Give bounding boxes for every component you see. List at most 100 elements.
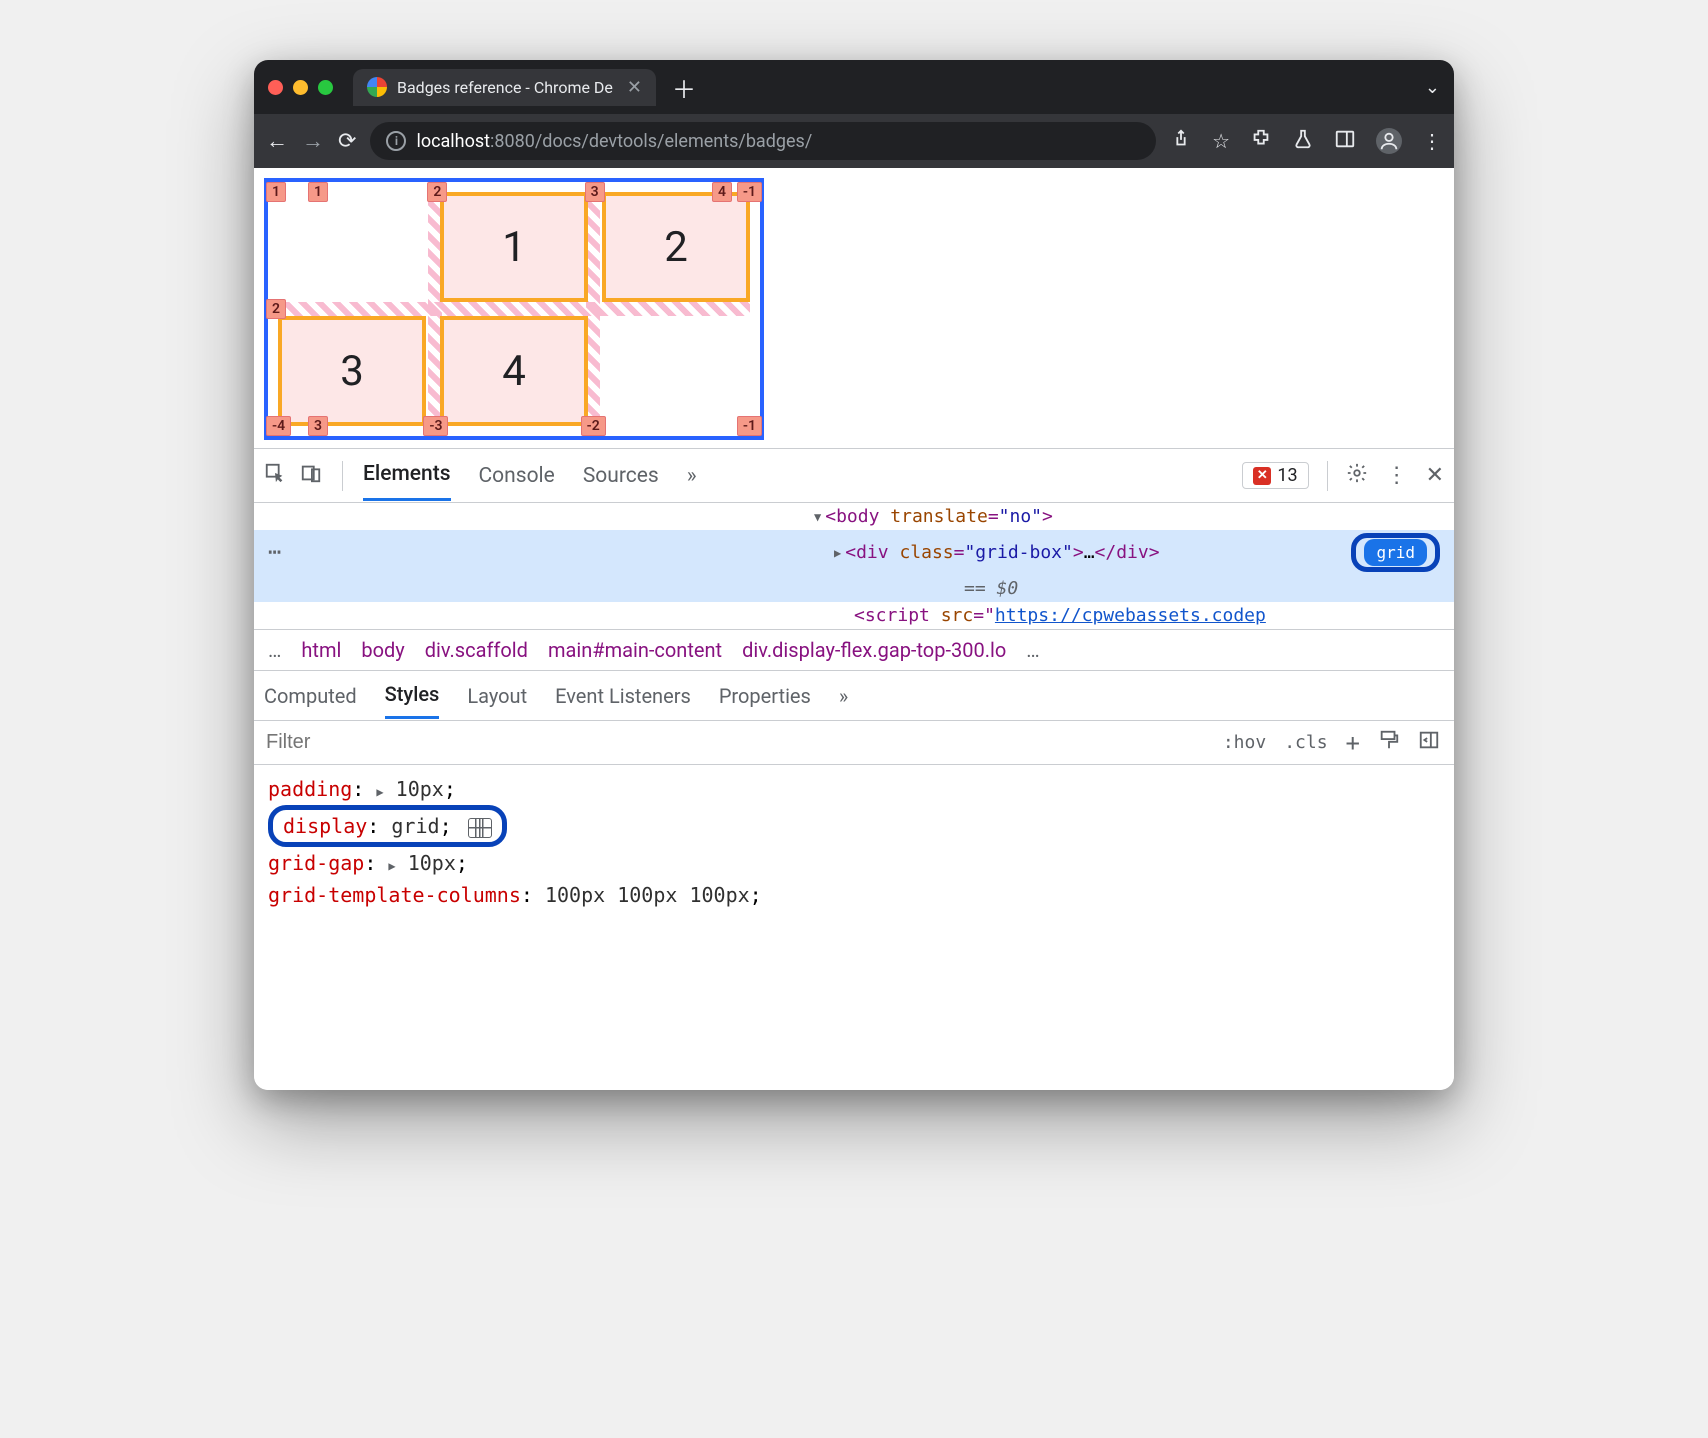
attr-name: src [941,605,974,626]
attr-value: "grid-box" [964,542,1072,563]
page-content: 1 2 3 4 1 1 2 3 4 -1 2 -4 3 -3 -2 [254,168,1454,448]
new-style-rule-icon[interactable]: + [1346,729,1360,757]
paint-icon[interactable] [1378,729,1400,756]
share-icon[interactable] [1170,128,1192,155]
display-grid-annotation: display: grid; [268,805,507,847]
close-window-button[interactable] [268,80,283,95]
maximize-window-button[interactable] [318,80,333,95]
window-controls [268,80,333,95]
devtools-panel: Elements Console Sources » ✕ 13 ⋮ ✕ [254,448,1454,1090]
styles-filter-input[interactable] [254,731,1209,754]
styles-panel-tabs: Computed Styles Layout Event Listeners P… [254,671,1454,721]
css-value: grid [391,814,439,838]
browser-window: Badges reference - Chrome De ✕ ＋ ⌄ ← → ⟳… [254,60,1454,1090]
grid-inspector-overlay: 1 2 3 4 1 1 2 3 4 -1 2 -4 3 -3 -2 [264,178,764,440]
kebab-menu-icon[interactable]: ⋮ [1386,463,1408,488]
device-toolbar-icon[interactable] [300,462,322,490]
css-property: grid-template-columns [268,883,521,907]
css-value: 10px [396,777,444,801]
address-bar[interactable]: i localhost:8080/docs/devtools/elements/… [370,122,1156,160]
grid-line-label: 1 [308,182,328,202]
tab-title: Badges reference - Chrome De [397,78,613,97]
side-panel-icon[interactable] [1334,128,1356,155]
grid-line-label: -4 [266,416,291,436]
grid-line-label: 3 [585,182,605,202]
script-src-link[interactable]: https://cpwebassets.codep [995,605,1266,626]
grid-line-label: 2 [427,182,447,202]
css-declaration[interactable]: grid-gap: ▶ 10px; [268,847,1440,879]
labs-icon[interactable] [1292,128,1314,155]
expand-triangle-icon[interactable]: ▼ [814,510,821,524]
hov-toggle[interactable]: :hov [1223,732,1266,753]
error-count: 13 [1277,465,1297,486]
breadcrumb-item[interactable]: div.display-flex.gap-top-300.lo [742,638,1006,662]
grid-cell-empty [602,316,750,426]
css-declaration[interactable]: padding: ▶ 10px; [268,773,1440,805]
more-tabs-icon[interactable]: » [687,452,697,500]
kebab-menu-icon[interactable]: ⋮ [1422,129,1442,153]
selected-element-ref: == $0 [964,578,1018,599]
attr-name: class [899,542,953,563]
forward-button[interactable]: → [302,128,324,154]
grid-cell-2: 2 [602,192,750,302]
breadcrumb-item[interactable]: body [361,638,404,662]
grid-badge[interactable]: grid [1364,539,1427,566]
chrome-favicon-icon [367,77,387,97]
url-path: /docs/devtools/elements/badges/ [535,131,812,152]
breadcrumb-item[interactable]: html [301,638,341,662]
bookmark-icon[interactable]: ☆ [1212,129,1230,153]
tab-sources[interactable]: Sources [583,452,659,500]
breadcrumb-ellipsis[interactable]: … [268,638,281,662]
tab-event-listeners[interactable]: Event Listeners [555,674,691,718]
tab-computed[interactable]: Computed [264,674,357,718]
titlebar: Badges reference - Chrome De ✕ ＋ ⌄ [254,60,1454,114]
grid-line-label: -2 [581,416,606,436]
breadcrumb-ellipsis[interactable]: … [1026,638,1039,662]
inspect-element-icon[interactable] [264,462,286,490]
tab-console[interactable]: Console [479,452,555,500]
grid-cell-4: 4 [440,316,588,426]
close-devtools-icon[interactable]: ✕ [1426,463,1444,488]
css-declaration[interactable]: grid-template-columns: 100px 100px 100px… [268,879,1440,911]
reload-button[interactable]: ⟳ [338,129,356,154]
grid-line-label: 4 [712,182,732,202]
browser-tab[interactable]: Badges reference - Chrome De ✕ [353,69,656,106]
settings-gear-icon[interactable] [1346,462,1368,490]
minimize-window-button[interactable] [293,80,308,95]
grid-line-label: -1 [737,182,762,202]
toolbar-right: ☆ ⋮ [1170,128,1442,155]
expand-shorthand-icon[interactable]: ▶ [388,859,395,873]
dom-breadcrumb[interactable]: … html body div.scaffold main#main-conte… [254,629,1454,671]
grid-badge-annotation: grid [1351,533,1440,572]
grid-cells: 1 2 3 4 [278,192,750,426]
tab-styles[interactable]: Styles [385,672,440,719]
site-info-icon[interactable]: i [386,131,406,151]
grid-line-label: -3 [423,416,448,436]
tabs-dropdown-icon[interactable]: ⌄ [1425,77,1440,98]
grid-line-label: 1 [266,182,286,202]
css-rules[interactable]: padding: ▶ 10px; display: grid; grid-gap… [254,765,1454,919]
dom-tree[interactable]: ▼ <body translate="no"> ⋯ ▶ <div class="… [254,503,1454,629]
new-tab-button[interactable]: ＋ [672,70,696,105]
extensions-icon[interactable] [1250,128,1272,155]
collapsed-ellipsis-icon[interactable]: ⋯ [268,540,281,565]
styles-filter-row: :hov .cls + [254,721,1454,765]
cls-toggle[interactable]: .cls [1284,732,1327,753]
error-count-badge[interactable]: ✕ 13 [1242,462,1308,489]
computed-sidebar-icon[interactable] [1418,729,1440,756]
breadcrumb-item[interactable]: div.scaffold [425,638,528,662]
profile-avatar-icon[interactable] [1376,128,1402,154]
grid-editor-icon[interactable] [468,818,492,838]
tab-properties[interactable]: Properties [719,674,811,718]
css-value: 100px 100px 100px [545,883,750,907]
back-button[interactable]: ← [266,128,288,154]
more-tabs-icon[interactable]: » [839,674,848,718]
close-tab-icon[interactable]: ✕ [627,77,642,98]
breadcrumb-item[interactable]: main#main-content [548,638,722,662]
tab-layout[interactable]: Layout [467,674,527,718]
expand-triangle-icon[interactable]: ▶ [834,546,841,560]
expand-shorthand-icon[interactable]: ▶ [376,785,383,799]
error-icon: ✕ [1253,467,1271,485]
css-property: display [283,814,367,838]
tab-elements[interactable]: Elements [363,450,451,501]
